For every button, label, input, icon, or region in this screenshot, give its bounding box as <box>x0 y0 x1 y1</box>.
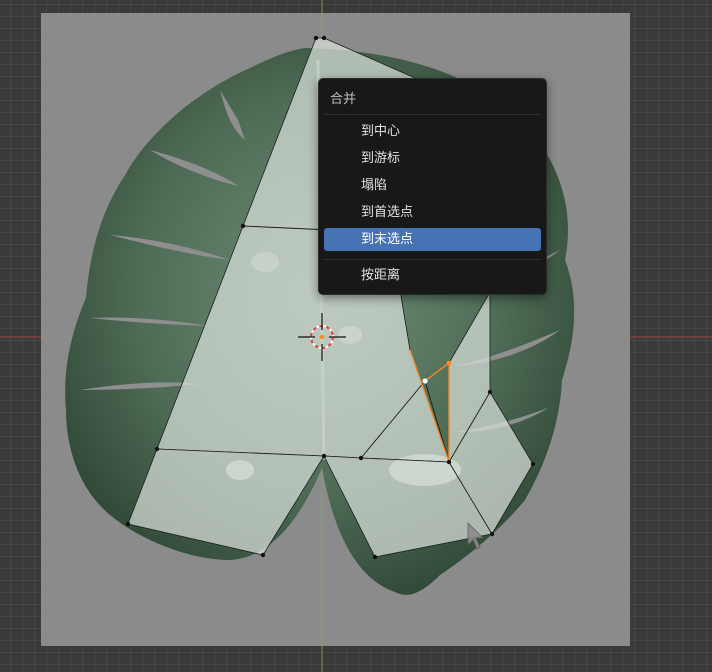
menu-item-label: 到游标 <box>361 151 401 166</box>
merge-context-menu: 合并 到中心 到游标 塌陷 到首选点 到末选点 按距离 <box>318 78 547 295</box>
menu-item-label: 到中心 <box>361 124 401 139</box>
menu-item-label: 塌陷 <box>361 178 388 193</box>
menu-separator <box>324 114 541 115</box>
menu-item-merge-at-first[interactable]: 到首选点 <box>324 201 541 224</box>
menu-item-merge-at-cursor[interactable]: 到游标 <box>324 147 541 170</box>
menu-item-merge-by-distance[interactable]: 按距离 <box>324 264 541 287</box>
menu-title: 合并 <box>330 92 357 107</box>
menu-separator <box>324 259 541 260</box>
menu-item-merge-at-center[interactable]: 到中心 <box>324 120 541 143</box>
menu-item-collapse[interactable]: 塌陷 <box>324 174 541 197</box>
menu-item-merge-at-last[interactable]: 到末选点 <box>324 228 541 251</box>
menu-item-label: 到末选点 <box>361 232 414 247</box>
menu-item-label: 到首选点 <box>361 205 414 220</box>
menu-item-label: 按距离 <box>361 268 401 283</box>
selected-vertex[interactable] <box>446 360 452 366</box>
active-vertex[interactable] <box>422 378 428 384</box>
